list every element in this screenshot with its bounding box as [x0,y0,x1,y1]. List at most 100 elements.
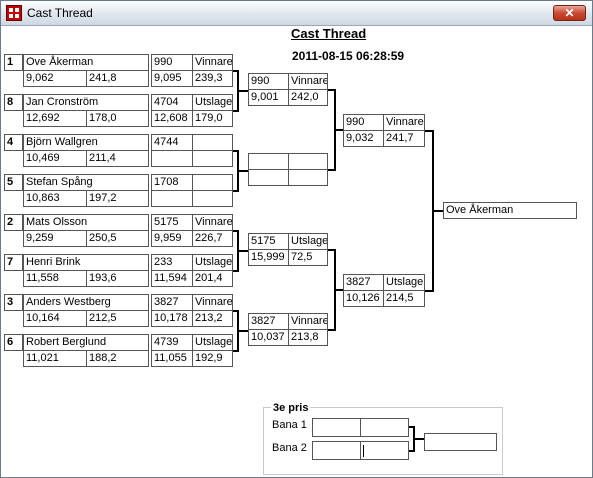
quarterfinal-time [248,169,289,186]
quarterfinal-time: 9,001 [248,89,289,106]
competitor-name[interactable]: Jan Cronström [23,94,149,111]
heat-code[interactable]: 1708 [151,174,193,191]
competitor-name[interactable]: Stefan Spång [23,174,149,191]
connector-line [334,289,343,291]
connector-line [237,90,248,92]
seed-number: 1 [4,54,23,71]
heat-score: 192,9 [192,350,233,367]
competitor-time: 12,692 [23,110,87,127]
competitor-score: 241,8 [86,70,149,87]
heat-code[interactable]: 4704 [151,94,193,111]
competitor-score: 212,5 [86,310,149,327]
semifinal-time: 10,126 [343,290,384,307]
competitor-name[interactable]: Ove Åkerman [23,54,149,71]
competitor-score: 250,5 [86,230,149,247]
lane1-field-b[interactable] [360,418,409,437]
heat-time: 12,608 [151,110,193,127]
semifinal-code[interactable]: 990 [343,114,384,131]
heat-score [192,190,233,207]
heat-time: 10,178 [151,310,193,327]
heat-score: 201,4 [192,270,233,287]
competitor-time: 10,863 [23,190,87,207]
cast-thread-window: Cast Thread ✕ Cast Thread 2011-08-15 06:… [0,0,593,478]
heat-code[interactable]: 990 [151,54,193,71]
app-icon [6,5,22,21]
seed-number: 5 [4,174,23,191]
heat-result: Utslagen [192,334,233,351]
competitor-name[interactable]: Robert Berglund [23,334,149,351]
seed-number: 3 [4,294,23,311]
connector-line [237,250,248,252]
datetime-label: 2011-08-15 06:28:59 [292,49,405,63]
close-button[interactable]: ✕ [553,5,586,21]
title-bar[interactable]: Cast Thread ✕ [1,1,592,26]
page-title: Cast Thread [291,26,367,41]
competitor-name[interactable]: Anders Westberg [23,294,149,311]
heat-result: Vinnare [192,214,233,231]
lane2-field-a[interactable] [312,441,361,460]
seed-number: 2 [4,214,23,231]
competitor-time: 11,021 [23,350,87,367]
heat-time: 9,959 [151,230,193,247]
competitor-name[interactable]: Mats Olsson [23,214,149,231]
heat-code[interactable]: 3827 [151,294,193,311]
seed-number: 6 [4,334,23,351]
quarterfinal-score: 242,0 [288,89,328,106]
heat-time [151,190,193,207]
quarterfinal-result: Vinnare [288,313,328,330]
heat-score [192,150,233,167]
semifinal-score: 214,5 [383,290,425,307]
seed-number: 4 [4,134,23,151]
window-title: Cast Thread [27,6,93,20]
heat-score: 239,3 [192,70,233,87]
semifinal-result: Utslagen [383,274,425,291]
quarterfinal-code[interactable]: 3827 [248,313,289,330]
heat-score: 226,7 [192,230,233,247]
quarterfinal-code[interactable]: 990 [248,73,289,90]
heat-score: 213,2 [192,310,233,327]
competitor-score: 193,6 [86,270,149,287]
competitor-time: 10,469 [23,150,87,167]
semifinal-score: 241,7 [383,130,425,147]
connector-line [237,330,248,332]
quarterfinal-time: 10,037 [248,329,289,346]
heat-code[interactable]: 4744 [151,134,193,151]
lane2-label: Bana 2 [272,442,307,454]
connector-line [334,129,343,131]
heat-code[interactable]: 5175 [151,214,193,231]
competitor-time: 11,558 [23,270,87,287]
heat-code[interactable]: 4739 [151,334,193,351]
heat-result [192,134,233,151]
close-icon: ✕ [564,6,575,20]
competitor-time: 9,259 [23,230,87,247]
quarterfinal-score [288,169,328,186]
heat-time [151,150,193,167]
heat-result [192,174,233,191]
seed-number: 8 [4,94,23,111]
semifinal-result: Vinnare [383,114,425,131]
bracket-area: Cast Thread 2011-08-15 06:28:59 1 Ove Åke… [1,26,592,477]
semifinal-code[interactable]: 3827 [343,274,384,291]
quarterfinal-score: 213,8 [288,329,328,346]
semifinal-time: 9,032 [343,130,384,147]
heat-time: 11,055 [151,350,193,367]
quarterfinal-score: 72,5 [288,249,328,266]
heat-code[interactable]: 233 [151,254,193,271]
competitor-score: 197,2 [86,190,149,207]
heat-result: Vinnare [192,54,233,71]
heat-time: 11,594 [151,270,193,287]
text-caret [363,445,364,457]
lane2-field-b[interactable] [360,441,409,460]
lane1-field-a[interactable] [312,418,361,437]
third-place-winner-field[interactable] [424,433,497,451]
quarterfinal-code[interactable] [248,153,289,170]
heat-time: 9,095 [151,70,193,87]
final-winner[interactable]: Ove Åkerman [443,202,577,219]
competitor-score: 211,4 [86,150,149,167]
competitor-name[interactable]: Björn Wallgren [23,134,149,151]
competitor-name[interactable]: Henri Brink [23,254,149,271]
quarterfinal-time: 15,999 [248,249,289,266]
competitor-score: 178,0 [86,110,149,127]
quarterfinal-code[interactable]: 5175 [248,233,289,250]
competitor-score: 188,2 [86,350,149,367]
